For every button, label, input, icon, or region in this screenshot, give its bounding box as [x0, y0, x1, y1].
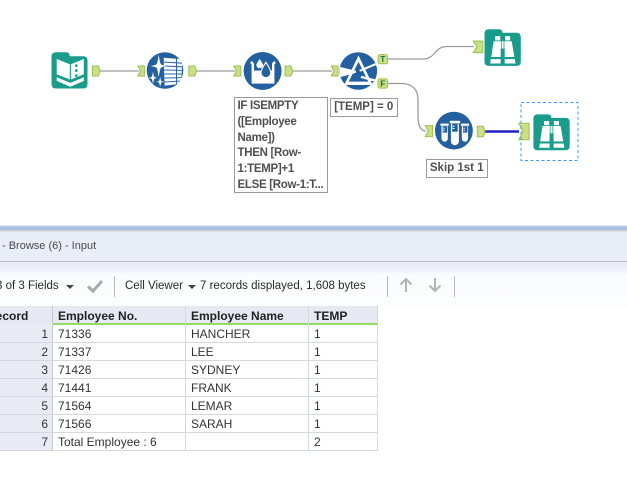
svg-text:F: F [380, 79, 385, 88]
svg-text:T: T [380, 55, 385, 64]
